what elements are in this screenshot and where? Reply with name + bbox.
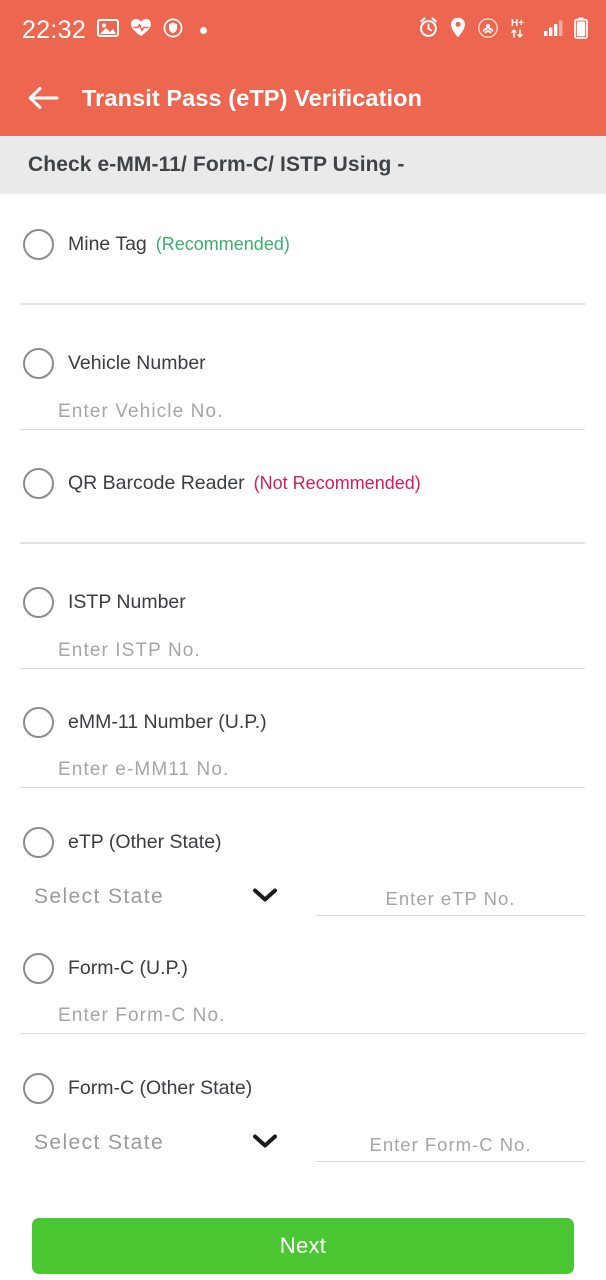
divider-after-mine-tag <box>20 303 585 305</box>
app-header: Transit Pass (eTP) Verification <box>0 60 606 136</box>
battery-icon <box>574 17 588 44</box>
input-vehicle-number[interactable]: Enter Vehicle No. <box>20 384 585 430</box>
option-vehicle-number-label: Vehicle Number <box>68 351 206 374</box>
next-button[interactable]: Next <box>32 1218 574 1274</box>
status-bar-clock: 22:32 <box>22 15 87 44</box>
option-qr-barcode-reader-label: QR Barcode Reader <box>68 471 245 494</box>
option-form-c-up[interactable]: Form-C (U.P.) <box>0 952 606 984</box>
radio-form-c-other-state[interactable] <box>23 1072 54 1104</box>
radio-istp-number[interactable] <box>23 586 54 618</box>
option-etp-other-state-label: eTP (Other State) <box>68 830 222 853</box>
radio-emm11-number-up[interactable] <box>23 706 54 738</box>
divider-after-qr-barcode-reader <box>20 542 585 544</box>
option-form-c-other-state-label: Form-C (Other State) <box>68 1076 253 1099</box>
option-emm11-number-up-head[interactable]: eMM-11 Number (U.P.) <box>0 706 606 738</box>
input-emm11-number[interactable]: Enter e-MM11 No. <box>20 742 585 788</box>
select-state-etp[interactable]: Select State <box>34 874 284 920</box>
option-form-c-other-state-head[interactable]: Form-C (Other State) <box>0 1072 606 1104</box>
hplus-data-icon: H+ <box>510 17 532 43</box>
input-form-c-other-state-number-placeholder: Enter Form-C No. <box>369 1134 532 1155</box>
option-vehicle-number[interactable]: Vehicle Number <box>0 347 606 379</box>
app-screen: 22:32 H+ Transit Pass (eTP) Verification… <box>0 0 606 1280</box>
option-etp-other-state-head[interactable]: eTP (Other State) <box>0 826 606 858</box>
location-pin-icon <box>450 17 466 43</box>
svg-text:H+: H+ <box>511 18 524 29</box>
input-emm11-number-placeholder: Enter e-MM11 No. <box>58 759 230 780</box>
select-state-form-c-value: Select State <box>34 1131 165 1154</box>
radio-mine-tag[interactable] <box>23 228 54 260</box>
option-qr-barcode-reader-note: (Not Recommended) <box>253 472 421 493</box>
status-bar-right: H+ <box>418 17 588 44</box>
input-form-c-up-number[interactable]: Enter Form-C No. <box>20 988 585 1034</box>
option-istp-number-head[interactable]: ISTP Number <box>0 586 606 618</box>
radio-etp-other-state[interactable] <box>23 826 54 858</box>
chevron-down-icon[interactable] <box>252 887 278 908</box>
option-form-c-up-head[interactable]: Form-C (U.P.) <box>0 952 606 984</box>
radio-qr-barcode-reader[interactable] <box>23 467 54 499</box>
status-bar-left: 22:32 <box>22 15 208 45</box>
select-state-etp-value: Select State <box>34 885 165 908</box>
option-mine-tag-label: Mine Tag <box>68 232 147 255</box>
input-form-c-up-number-placeholder: Enter Form-C No. <box>58 1005 226 1026</box>
option-istp-number-label: ISTP Number <box>68 590 186 613</box>
option-qr-barcode-reader-head[interactable]: QR Barcode Reader (Not Recommended) <box>0 467 606 499</box>
chevron-down-icon[interactable] <box>252 1133 278 1154</box>
input-etp-number[interactable]: Enter eTP No. <box>316 872 585 916</box>
option-istp-number[interactable]: ISTP Number <box>0 586 606 618</box>
input-istp-number[interactable]: Enter ISTP No. <box>20 623 585 669</box>
status-bar: 22:32 H+ <box>0 0 606 60</box>
heartbeat-icon <box>130 18 152 43</box>
input-vehicle-number-placeholder: Enter Vehicle No. <box>58 401 224 422</box>
option-etp-other-state[interactable]: eTP (Other State) <box>0 826 606 858</box>
input-etp-number-placeholder: Enter eTP No. <box>385 888 516 909</box>
photo-icon <box>97 18 120 42</box>
option-vehicle-number-head[interactable]: Vehicle Number <box>0 347 606 379</box>
option-form-c-other-state[interactable]: Form-C (Other State) <box>0 1072 606 1104</box>
option-qr-barcode-reader[interactable]: QR Barcode Reader (Not Recommended) <box>0 467 606 499</box>
radio-form-c-up[interactable] <box>23 952 54 984</box>
signal-bars-icon <box>543 18 563 42</box>
select-state-form-c[interactable]: Select State <box>34 1120 284 1166</box>
option-emm11-number-up-label: eMM-11 Number (U.P.) <box>68 710 267 733</box>
hotspot-icon <box>477 17 499 43</box>
option-form-c-up-label: Form-C (U.P.) <box>68 956 188 979</box>
dot-indicator <box>200 26 208 34</box>
verification-options-form: Mine Tag (Recommended) Vehicle Number En… <box>0 194 606 1280</box>
radio-vehicle-number[interactable] <box>23 347 54 379</box>
back-arrow-icon[interactable] <box>26 81 60 115</box>
option-mine-tag-note: (Recommended) <box>155 233 290 254</box>
option-emm11-number-up[interactable]: eMM-11 Number (U.P.) <box>0 706 606 738</box>
page-title: Transit Pass (eTP) Verification <box>82 84 423 111</box>
alarm-icon <box>418 17 439 43</box>
option-mine-tag-head[interactable]: Mine Tag (Recommended) <box>0 228 606 260</box>
option-mine-tag[interactable]: Mine Tag (Recommended) <box>0 228 606 260</box>
section-header: Check e-MM-11/ Form-C/ ISTP Using - <box>0 136 606 194</box>
input-form-c-other-state-number[interactable]: Enter Form-C No. <box>316 1118 585 1162</box>
shield-icon <box>163 18 183 43</box>
section-header-text: Check e-MM-11/ Form-C/ ISTP Using - <box>28 153 405 176</box>
input-istp-number-placeholder: Enter ISTP No. <box>58 640 201 661</box>
